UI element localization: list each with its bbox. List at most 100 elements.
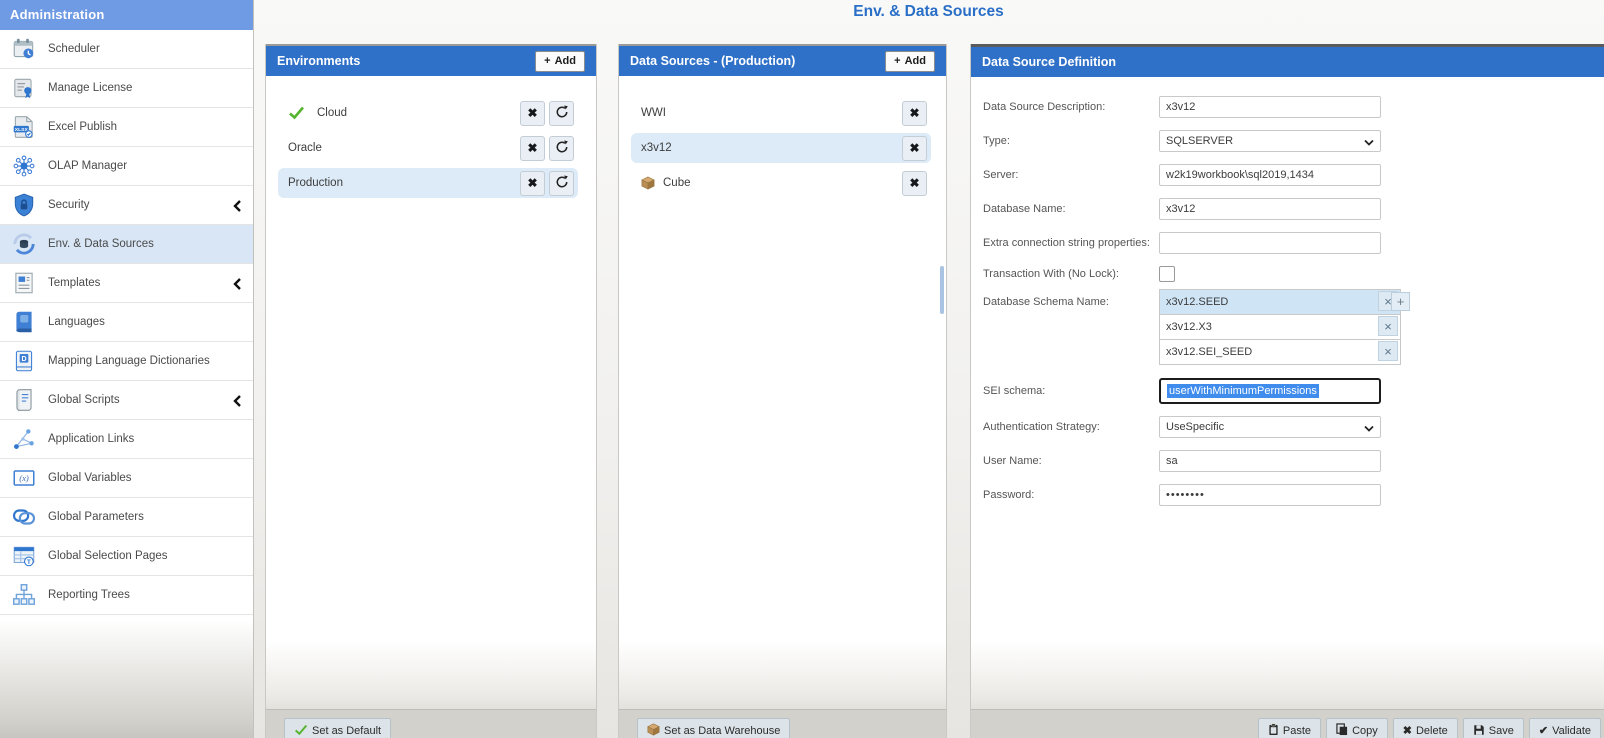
schema-row[interactable]: x3v12.X3 × [1159, 314, 1401, 340]
delete-data-source-button[interactable]: ✖ [902, 136, 927, 161]
delete-environment-button[interactable]: ✖ [520, 136, 545, 161]
data-source-definition-panel: Data Source Definition Data Source Descr… [970, 44, 1604, 738]
data-sources-panel-footer: Set as Data Warehouse [619, 709, 946, 738]
sidebar-item-global-selection-pages[interactable]: T Global Selection Pages [0, 537, 253, 576]
sidebar-item-label: Languages [48, 316, 105, 328]
schema-name-label: Database Schema Name: [983, 296, 1159, 308]
environments-panel-footer: Set as Default [266, 709, 596, 738]
sidebar-item-excel-publish[interactable]: XLSX Excel Publish [0, 108, 253, 147]
sidebar-item-global-scripts[interactable]: Global Scripts [0, 381, 253, 420]
environment-row-production[interactable]: Production ✖ [278, 168, 578, 198]
license-icon [11, 75, 37, 101]
type-select[interactable]: SQLSERVER [1159, 130, 1381, 152]
sidebar-item-templates[interactable]: Templates [0, 264, 253, 303]
chevron-down-icon [1364, 137, 1374, 149]
sidebar-item-languages[interactable]: Languages [0, 303, 253, 342]
set-as-default-button[interactable]: Set as Default [284, 718, 391, 738]
delete-x-icon: ✖ [909, 107, 919, 119]
sidebar-item-application-links[interactable]: Application Links [0, 420, 253, 459]
refresh-icon [555, 105, 569, 122]
sidebar-item-reporting-trees[interactable]: Reporting Trees [0, 576, 253, 615]
network-links-icon [11, 426, 37, 452]
refresh-icon [555, 175, 569, 192]
paste-button[interactable]: Paste [1258, 718, 1321, 738]
env-data-sources-icon [11, 231, 37, 257]
sidebar-item-mapping-language-dictionaries[interactable]: D Mapping Language Dictionaries [0, 342, 253, 381]
sidebar-item-scheduler[interactable]: Scheduler [0, 30, 253, 69]
vertical-scrollbar-thumb[interactable] [940, 266, 944, 314]
environment-row-oracle[interactable]: Oracle ✖ [278, 133, 578, 163]
validate-check-icon: ✔ [1539, 726, 1548, 737]
environment-name: Oracle [288, 142, 322, 154]
sidebar-item-global-parameters[interactable]: Global Parameters [0, 498, 253, 537]
definition-panel-footer: Paste Copy ✖ Delete Save ✔ Validate [971, 709, 1604, 738]
cube-icon [641, 176, 655, 190]
sidebar-item-olap-manager[interactable]: OLAP Manager [0, 147, 253, 186]
sidebar-item-global-variables[interactable]: (x) Global Variables [0, 459, 253, 498]
cube-icon [647, 723, 660, 738]
server-label: Server: [983, 169, 1159, 181]
description-input[interactable]: x3v12 [1159, 96, 1381, 118]
sei-schema-input[interactable]: userWithMinimumPermissions [1159, 378, 1381, 404]
auth-strategy-label: Authentication Strategy: [983, 421, 1159, 433]
templates-icon [11, 270, 37, 296]
scheduler-icon [11, 36, 37, 62]
auth-strategy-select[interactable]: UseSpecific [1159, 416, 1381, 438]
environment-row-cloud[interactable]: Cloud ✖ [278, 98, 578, 128]
remove-schema-button[interactable]: × [1378, 316, 1398, 336]
delete-environment-button[interactable]: ✖ [520, 101, 545, 126]
dictionary-icon: D [11, 348, 37, 374]
sidebar-item-manage-license[interactable]: Manage License [0, 69, 253, 108]
page-title: Env. & Data Sources [253, 3, 1604, 21]
refresh-environment-button[interactable] [549, 171, 574, 196]
no-lock-checkbox[interactable] [1159, 266, 1175, 282]
add-data-source-button[interactable]: + Add [885, 51, 935, 72]
refresh-environment-button[interactable] [549, 136, 574, 161]
remove-schema-button[interactable]: × [1378, 341, 1398, 361]
copy-button[interactable]: Copy [1326, 718, 1388, 738]
sidebar-item-label: OLAP Manager [48, 160, 127, 172]
data-source-row-cube[interactable]: Cube ✖ [631, 168, 931, 198]
refresh-environment-button[interactable] [549, 101, 574, 126]
chevron-down-icon [1364, 423, 1374, 435]
environment-name: Production [288, 177, 343, 189]
validate-button[interactable]: ✔ Validate [1529, 718, 1601, 738]
extra-properties-input[interactable] [1159, 232, 1381, 254]
set-as-data-warehouse-button[interactable]: Set as Data Warehouse [637, 718, 790, 738]
sidebar-item-label: Templates [48, 277, 100, 289]
database-name-input[interactable]: x3v12 [1159, 198, 1381, 220]
delete-button[interactable]: ✖ Delete [1393, 718, 1458, 738]
close-x-icon: × [1384, 320, 1392, 333]
password-input[interactable]: •••••••• [1159, 484, 1381, 506]
sidebar-item-security[interactable]: Security [0, 186, 253, 225]
schema-row[interactable]: x3v12.SEI_SEED × [1159, 339, 1401, 365]
sei-schema-label: SEI schema: [983, 385, 1159, 397]
delete-x-icon: ✖ [527, 142, 537, 154]
sidebar-item-label: Security [48, 199, 90, 211]
plus-icon: + [1397, 295, 1405, 308]
schema-row[interactable]: x3v12.SEED × [1159, 289, 1401, 315]
chevron-left-icon [233, 277, 241, 295]
save-floppy-icon [1473, 724, 1485, 738]
selected-text: userWithMinimumPermissions [1167, 384, 1319, 398]
password-label: Password: [983, 489, 1159, 501]
server-input[interactable]: w2k19workbook\sql2019,1434 [1159, 164, 1381, 186]
svg-text:D: D [21, 356, 26, 363]
add-schema-button[interactable]: + [1391, 292, 1410, 311]
save-button[interactable]: Save [1463, 718, 1524, 738]
user-name-input[interactable]: sa [1159, 450, 1381, 472]
data-source-row-wwi[interactable]: WWI ✖ [631, 98, 931, 128]
delete-data-source-button[interactable]: ✖ [902, 171, 927, 196]
data-sources-panel-title: Data Sources - (Production) [630, 54, 795, 68]
data-sources-panel: Data Sources - (Production) + Add WWI ✖ … [618, 44, 947, 738]
extra-properties-label: Extra connection string properties: [983, 237, 1159, 249]
sidebar-item-env-data-sources[interactable]: Env. & Data Sources [0, 225, 253, 264]
data-source-row-x3v12[interactable]: x3v12 ✖ [631, 133, 931, 163]
add-environment-button[interactable]: + Add [535, 51, 585, 72]
delete-data-source-button[interactable]: ✖ [902, 101, 927, 126]
description-label: Data Source Description: [983, 101, 1159, 113]
data-source-name: WWI [641, 107, 666, 119]
sidebar-item-label: Scheduler [48, 43, 100, 55]
delete-environment-button[interactable]: ✖ [520, 171, 545, 196]
selection-pages-icon: T [11, 543, 37, 569]
